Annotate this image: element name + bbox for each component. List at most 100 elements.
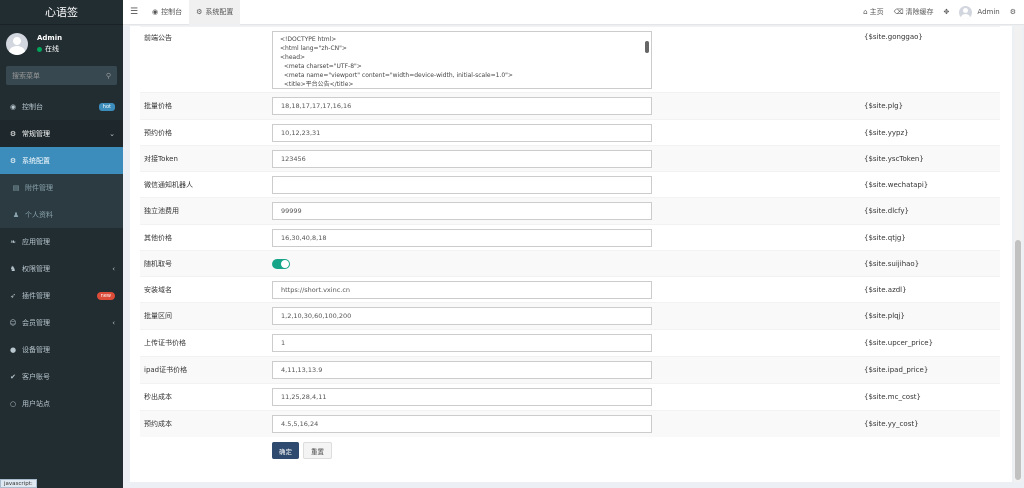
gear-icon: ⚙ (196, 8, 203, 16)
sidebar-item-apps[interactable]: ❧ 应用管理 (0, 228, 123, 255)
config-row: 批量价格 18,18,17,17,17,16,16 {$site.plg} (140, 92, 1000, 119)
dashboard-icon: ◉ (9, 102, 17, 111)
config-input[interactable]: 123456 (272, 149, 652, 168)
user-status-label: 在线 (45, 45, 59, 53)
trash-icon: ⌫ (893, 8, 904, 16)
config-row: 预约价格 10,12,23,31 {$site.yypz} (140, 119, 1000, 145)
config-input[interactable]: 4.5,5,16,24 (272, 415, 652, 433)
random-number-toggle[interactable] (272, 258, 290, 269)
config-row-announcement: 前端公告 <!DOCTYPE html> <html lang="zh-CN">… (140, 26, 1000, 92)
config-input[interactable]: 11,25,28,4,11 (272, 388, 652, 406)
config-input[interactable]: 1,2,10,30,60,100,200 (272, 307, 652, 325)
config-row: ipad证书价格 4,11,13,13.9 {$site.ipad_price} (140, 356, 1000, 383)
form-buttons: 确定 重置 (272, 442, 336, 459)
sidebar-item-sites[interactable]: ○ 用户站点 (0, 390, 123, 417)
tab-system-config[interactable]: ⚙ 系统配置 (189, 0, 241, 25)
sidebar-item-label: 客户账号 (22, 372, 50, 381)
hot-badge: hot (98, 102, 115, 111)
sidebar-item-attachments[interactable]: ▤ 附件管理 (0, 174, 123, 201)
chevron-left-icon: ‹ (112, 264, 115, 273)
sidebar-search[interactable]: 搜索菜单 ⚲ (6, 66, 117, 85)
member-icon: ☺ (9, 318, 17, 327)
sidebar-item-plugins[interactable]: ➶ 插件管理 new (0, 282, 123, 309)
config-input[interactable]: https://short.vxinc.cn (272, 280, 652, 299)
sidebar-item-label: 设备管理 (22, 345, 50, 354)
rocket-icon: ➶ (10, 291, 16, 300)
config-label: 前端公告 (144, 34, 172, 42)
config-input[interactable]: 99999 (272, 202, 652, 220)
sidebar-item-label: 附件管理 (25, 183, 53, 192)
fullscreen-icon[interactable]: ✥ (944, 8, 950, 16)
user-menu[interactable]: Admin (959, 5, 1000, 19)
cogs-icon: ⚙ (9, 129, 17, 138)
settings-icon[interactable]: ⚙ (1010, 8, 1016, 16)
tab-dashboard[interactable]: ◉ 控制台 (145, 0, 189, 25)
home-icon: ⌂ (863, 8, 868, 16)
scrollbar-thumb[interactable] (1015, 240, 1021, 480)
group-icon: ♞ (9, 264, 17, 273)
leaf-icon: ❧ (10, 237, 16, 246)
config-row: 独立池费用 99999 {$site.dlcfy} (140, 197, 1000, 224)
check-icon: ✔ (10, 372, 16, 381)
sidebar-item-members[interactable]: ☺ 会员管理 ‹ (0, 309, 123, 336)
config-input[interactable]: 18,18,17,17,17,16,16 (272, 97, 652, 115)
config-row: 微信通知机器人 {$site.wechatapi} (140, 171, 1000, 197)
status-bar: javascript: (0, 479, 37, 488)
sidebar-item-general[interactable]: ⚙ 常规管理 ⌄ (0, 120, 123, 147)
config-input[interactable]: 1 (272, 334, 652, 352)
sidebar-item-label: 权限管理 (22, 264, 50, 273)
gear-icon: ⚙ (9, 156, 17, 165)
sidebar-menu: ◉ 控制台 hot ⚙ 常规管理 ⌄ ⚙ 系统配置 ▤ 附件管理 ♟ 个人资料 … (0, 93, 123, 417)
announcement-textarea[interactable]: <!DOCTYPE html> <html lang="zh-CN"> <hea… (272, 30, 652, 89)
user-name: Admin (37, 34, 63, 42)
config-row: 预约成本 4.5,5,16,24 {$site.yy_cost} (140, 410, 1000, 437)
sidebar-item-label: 用户站点 (22, 399, 50, 408)
circle-icon: ○ (9, 399, 17, 408)
config-row: 随机取号 {$site.suijihao} (140, 250, 1000, 276)
config-table: 前端公告 <!DOCTYPE html> <html lang="zh-CN">… (140, 26, 1000, 437)
page-scrollbar[interactable] (1014, 26, 1022, 482)
config-row: 秒出成本 11,25,28,4,11 {$site.mc_cost} (140, 383, 1000, 410)
sidebar-item-system-config[interactable]: ⚙ 系统配置 (0, 147, 123, 174)
sidebar-item-label: 会员管理 (22, 318, 50, 327)
online-dot-icon (37, 46, 42, 52)
sidebar-item-label: 应用管理 (22, 237, 50, 246)
sidebar-item-label: 系统配置 (22, 156, 50, 165)
user-panel: Admin 在线 (0, 25, 123, 63)
config-var: {$site.gonggao} (864, 33, 923, 41)
device-icon: ● (9, 345, 17, 354)
topbar: ☰ ◉ 控制台 ⚙ 系统配置 ⌂ 主页 ⌫ 清除缓存 ✥ Admin ⚙ (123, 0, 1024, 25)
config-input[interactable]: 10,12,23,31 (272, 123, 652, 142)
config-row: 对接Token 123456 {$site.yscToken} (140, 145, 1000, 171)
clear-cache-button[interactable]: ⌫ 清除缓存 (894, 7, 934, 17)
config-row: 安装域名 https://short.vxinc.cn {$site.azdl} (140, 276, 1000, 302)
sidebar-item-devices[interactable]: ● 设备管理 (0, 336, 123, 363)
config-input[interactable]: 16,30,40,8,18 (272, 228, 652, 247)
avatar (6, 33, 28, 55)
chevron-down-icon: ⌄ (109, 129, 115, 138)
submit-button[interactable]: 确定 (272, 442, 299, 459)
user-status: 在线 (37, 44, 62, 54)
sidebar-item-label: 控制台 (22, 102, 43, 111)
attachment-icon: ▤ (12, 183, 20, 192)
config-input[interactable]: 4,11,13,13.9 (272, 361, 652, 379)
dashboard-icon: ◉ (152, 8, 159, 16)
sidebar-item-customers[interactable]: ✔ 客户账号 (0, 363, 123, 390)
search-icon[interactable]: ⚲ (106, 72, 111, 80)
config-input[interactable] (272, 175, 652, 194)
sidebar-item-profile[interactable]: ♟ 个人资料 (0, 201, 123, 228)
home-link[interactable]: ⌂ 主页 (863, 7, 883, 17)
new-badge: new (96, 291, 115, 300)
tab-label: 控制台 (161, 8, 183, 16)
reset-button[interactable]: 重置 (303, 442, 332, 459)
sidebar-item-label: 个人资料 (25, 210, 53, 219)
sidebar-item-permissions[interactable]: ♞ 权限管理 ‹ (0, 255, 123, 282)
search-placeholder: 搜索菜单 (12, 71, 40, 80)
config-row: 其他价格 16,30,40,8,18 {$site.qtjg} (140, 224, 1000, 250)
textarea-scrollbar[interactable] (644, 33, 650, 88)
sidebar-item-dashboard[interactable]: ◉ 控制台 hot (0, 93, 123, 120)
menu-toggle-icon[interactable]: ☰ (123, 7, 145, 17)
app-logo[interactable]: 心语签 (0, 0, 123, 25)
avatar (959, 5, 973, 19)
main-content: 前端公告 <!DOCTYPE html> <html lang="zh-CN">… (130, 26, 1012, 482)
